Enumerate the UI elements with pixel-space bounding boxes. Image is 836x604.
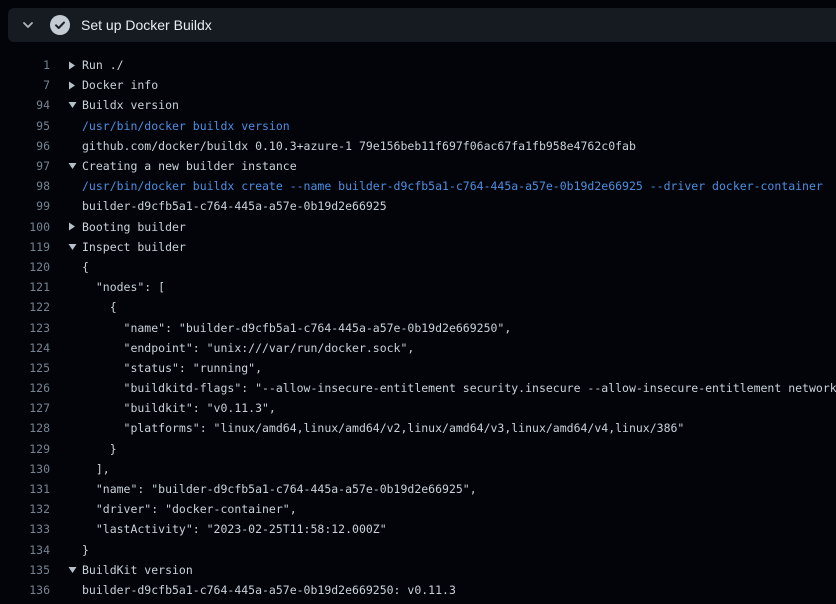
line-number[interactable]: 95 (0, 119, 50, 133)
log-line: 99 builder-d9cfb5a1-c764-445a-a57e-0b19d… (0, 196, 836, 216)
log-text: Creating a new builder instance (82, 159, 297, 173)
log-group-expanded[interactable]: 97 Creating a new builder instance (0, 156, 836, 176)
log-text: } (82, 543, 89, 557)
line-number[interactable]: 1 (0, 58, 50, 72)
log-line: 122 { (0, 297, 836, 317)
log-group-collapsed[interactable]: 7 Docker info (0, 75, 836, 95)
step-header[interactable]: Set up Docker Buildx (8, 8, 836, 42)
line-number[interactable]: 131 (0, 482, 50, 496)
log-text: { (82, 260, 89, 274)
log-text: Buildx version (82, 98, 179, 112)
expanded-arrow-icon[interactable] (68, 243, 82, 251)
log-line: 128 "platforms": "linux/amd64,linux/amd6… (0, 418, 836, 438)
log-text: "name": "builder-d9cfb5a1-c764-445a-a57e… (82, 321, 511, 335)
log-line: 125 "status": "running", (0, 358, 836, 378)
line-number[interactable]: 99 (0, 199, 50, 213)
collapsed-arrow-icon[interactable] (68, 81, 82, 90)
log-text: builder-d9cfb5a1-c764-445a-a57e-0b19d2e6… (82, 583, 456, 597)
line-number[interactable]: 124 (0, 341, 50, 355)
log-line: 120 { (0, 257, 836, 277)
log-line: 126 "buildkitd-flags": "--allow-insecure… (0, 378, 836, 398)
log-line: 133 "lastActivity": "2023-02-25T11:58:12… (0, 519, 836, 539)
log-text: "status": "running", (82, 361, 262, 375)
log-text: Docker info (82, 78, 158, 92)
line-number[interactable]: 134 (0, 543, 50, 557)
log-group-collapsed[interactable]: 100 Booting builder (0, 217, 836, 237)
log-line: 124 "endpoint": "unix:///var/run/docker.… (0, 338, 836, 358)
log-line: 131 "name": "builder-d9cfb5a1-c764-445a-… (0, 479, 836, 499)
log-line: 123 "name": "builder-d9cfb5a1-c764-445a-… (0, 317, 836, 337)
log-text: "endpoint": "unix:///var/run/docker.sock… (82, 341, 414, 355)
line-number[interactable]: 7 (0, 78, 50, 92)
log-group-expanded[interactable]: 135 BuildKit version (0, 560, 836, 580)
log-text: Inspect builder (82, 240, 186, 254)
log-line: 132 "driver": "docker-container", (0, 499, 836, 519)
line-number[interactable]: 130 (0, 462, 50, 476)
line-number[interactable]: 120 (0, 260, 50, 274)
step-title: Set up Docker Buildx (81, 17, 212, 33)
line-number[interactable]: 97 (0, 159, 50, 173)
line-number[interactable]: 100 (0, 220, 50, 234)
log-text: BuildKit version (82, 563, 193, 577)
log-text: { (82, 300, 117, 314)
line-number[interactable]: 133 (0, 522, 50, 536)
line-number[interactable]: 135 (0, 563, 50, 577)
collapsed-arrow-icon[interactable] (68, 222, 82, 231)
expanded-arrow-icon[interactable] (68, 162, 82, 170)
log-text: "platforms": "linux/amd64,linux/amd64/v2… (82, 421, 684, 435)
log-group-expanded[interactable]: 94 Buildx version (0, 95, 836, 115)
expanded-arrow-icon[interactable] (68, 101, 82, 109)
line-number[interactable]: 132 (0, 502, 50, 516)
log-text: "buildkit": "v0.11.3", (82, 401, 276, 415)
log-line: 130 ], (0, 459, 836, 479)
log-group-expanded[interactable]: 119 Inspect builder (0, 237, 836, 257)
log-line: 96 github.com/docker/buildx 0.10.3+azure… (0, 136, 836, 156)
line-number[interactable]: 127 (0, 401, 50, 415)
log-line: 95 /usr/bin/docker buildx version (0, 116, 836, 136)
line-number[interactable]: 119 (0, 240, 50, 254)
log-line: 136 builder-d9cfb5a1-c764-445a-a57e-0b19… (0, 580, 836, 600)
log-text: builder-d9cfb5a1-c764-445a-a57e-0b19d2e6… (82, 199, 387, 213)
log-line: 134 } (0, 540, 836, 560)
line-number[interactable]: 98 (0, 179, 50, 193)
line-number[interactable]: 125 (0, 361, 50, 375)
log-text: Booting builder (82, 220, 186, 234)
expanded-arrow-icon[interactable] (68, 566, 82, 574)
check-circle-icon (50, 15, 70, 35)
log-text: /usr/bin/docker buildx version (82, 119, 290, 133)
line-number[interactable]: 122 (0, 300, 50, 314)
log-lines: 1 Run ./ 7 Docker info 94 Buildx version… (0, 42, 836, 600)
collapsed-arrow-icon[interactable] (68, 61, 82, 70)
log-text: "driver": "docker-container", (82, 502, 297, 516)
log-group-collapsed[interactable]: 1 Run ./ (0, 55, 836, 75)
log-text: } (82, 442, 117, 456)
log-line: 98 /usr/bin/docker buildx create --name … (0, 176, 836, 196)
log-text: "lastActivity": "2023-02-25T11:58:12.000… (82, 522, 387, 536)
log-text: "nodes": [ (82, 280, 165, 294)
log-text: "name": "builder-d9cfb5a1-c764-445a-a57e… (82, 482, 477, 496)
log-text: "buildkitd-flags": "--allow-insecure-ent… (82, 381, 836, 395)
log-line: 129 } (0, 439, 836, 459)
line-number[interactable]: 121 (0, 280, 50, 294)
log-line: 127 "buildkit": "v0.11.3", (0, 398, 836, 418)
line-number[interactable]: 123 (0, 321, 50, 335)
chevron-down-icon[interactable] (21, 18, 35, 32)
line-number[interactable]: 126 (0, 381, 50, 395)
log-text: github.com/docker/buildx 0.10.3+azure-1 … (82, 139, 636, 153)
line-number[interactable]: 128 (0, 421, 50, 435)
line-number[interactable]: 136 (0, 583, 50, 597)
log-text: Run ./ (82, 58, 124, 72)
line-number[interactable]: 96 (0, 139, 50, 153)
log-text: /usr/bin/docker buildx create --name bui… (82, 179, 823, 193)
log-text: ], (82, 462, 110, 476)
log-line: 121 "nodes": [ (0, 277, 836, 297)
line-number[interactable]: 129 (0, 442, 50, 456)
line-number[interactable]: 94 (0, 98, 50, 112)
